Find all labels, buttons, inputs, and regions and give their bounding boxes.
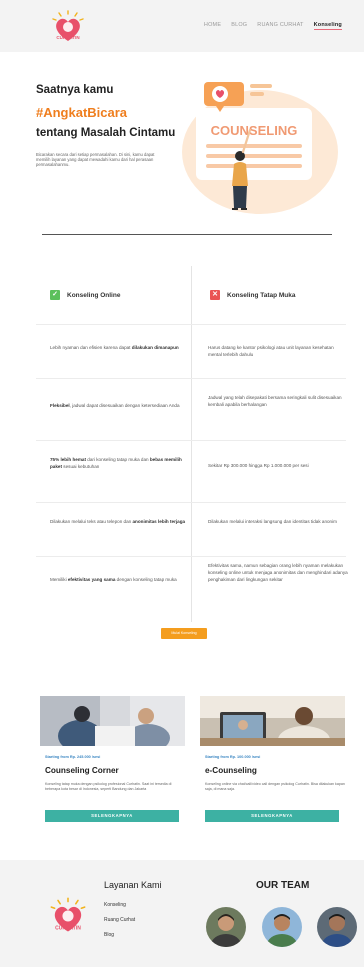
online-cell: Memiliki efektivitas yang sama dengan ko… — [50, 577, 177, 582]
team-member-avatar — [317, 907, 357, 947]
online-cell: Dilakukan melalui teks atau telepon dan … — [50, 519, 186, 524]
offline-column-title: Konseling Tatap Muka — [227, 291, 296, 299]
row-divider — [36, 556, 346, 557]
hero-line-3: tentang Masalah Cintamu — [36, 127, 176, 139]
card-price: Starting from Rp. 245.000 /sesi — [45, 755, 101, 759]
online-cell: Lebih nyaman dan efisien karena dapat di… — [50, 345, 179, 350]
team-title: OUR TEAM — [256, 880, 310, 891]
row-divider — [36, 378, 346, 379]
svg-text:CURHATIN: CURHATIN — [56, 35, 79, 40]
hero-line-1: Saatnya kamu — [36, 84, 114, 96]
footer-link-konseling[interactable]: Konseling — [104, 902, 126, 908]
footer-curhatin-logo[interactable]: CURHATIN — [48, 896, 88, 936]
footer-services-title: Layanan Kami — [104, 880, 162, 890]
hero-description: Bicarakan secara dari setiap permasalaha… — [36, 152, 155, 168]
navbar: CURHATIN HOME BLOG RUANG CURHAT Konselin… — [0, 0, 364, 52]
card-title: Counseling Corner — [45, 766, 119, 775]
footer-link-ruang-curhat[interactable]: Ruang Curhat — [104, 917, 135, 923]
team-member-avatar — [262, 907, 302, 947]
comparison-table: ✓ Konseling Online ✕ Konseling Tatap Muk… — [36, 266, 348, 622]
nav-link-ruang-curhat[interactable]: RUANG CURHAT — [257, 22, 303, 30]
online-column-title: Konseling Online — [67, 291, 121, 299]
offline-column-header: ✕ Konseling Tatap Muka — [210, 290, 296, 300]
row-divider — [36, 502, 346, 503]
x-icon: ✕ — [210, 290, 220, 300]
online-cell: 75% lebih hemat dari konseling tatap muk… — [50, 457, 182, 469]
offline-cell: Efektivitas sama, namun sebagian orang l… — [208, 563, 348, 582]
row-divider — [36, 440, 346, 441]
nav-link-konseling[interactable]: Konseling — [313, 22, 342, 30]
curhatin-logo[interactable]: CURHATIN — [50, 10, 86, 44]
start-counseling-button[interactable]: Mulai Konseling — [161, 628, 207, 639]
column-divider — [191, 266, 192, 622]
section-divider — [42, 234, 332, 235]
card-price: Starting from Rp. 100.000 /sesi — [205, 755, 261, 759]
team-member-avatar — [206, 907, 246, 947]
nav-links: HOME BLOG RUANG CURHAT Konseling — [204, 22, 342, 30]
e-counseling-more-button[interactable]: SELENGKAPNYA — [205, 810, 339, 822]
e-counseling-photo — [200, 696, 345, 746]
art-label: COUNSELING — [211, 123, 298, 138]
svg-text:CURHATIN: CURHATIN — [55, 925, 81, 931]
counseling-corner-photo — [40, 696, 185, 746]
nav-link-home[interactable]: HOME — [204, 22, 221, 30]
online-column-header: ✓ Konseling Online — [50, 290, 120, 300]
nav-link-blog[interactable]: BLOG — [231, 22, 247, 30]
counseling-illustration: COUNSELING — [182, 82, 338, 214]
footer-link-blog[interactable]: Blog — [104, 932, 114, 938]
offline-cell: Dilakukan melalui interaksi langsung dan… — [208, 519, 337, 524]
online-cell: Fleksibel, jadwal dapat disesuaikan deng… — [50, 403, 180, 408]
counseling-corner-more-button[interactable]: SELENGKAPNYA — [45, 810, 179, 822]
card-title: e-Counseling — [205, 766, 257, 775]
card-description: Konseling online via chat/call/video cal… — [205, 782, 345, 791]
check-icon: ✓ — [50, 290, 60, 300]
offline-cell: Jadwal yang telah disepakati bersama ser… — [208, 395, 342, 407]
hero-hashtag: #AngkatBicara — [36, 105, 128, 120]
offline-cell: Harus datang ke kantor psikologi atau un… — [208, 345, 334, 357]
card-description: Konseling tatap muka dengan psikolog pro… — [45, 782, 172, 791]
row-divider — [36, 324, 346, 325]
offline-cell: Sekitar Rp 300.000 hingga Rp 1.000.000 p… — [208, 463, 309, 468]
